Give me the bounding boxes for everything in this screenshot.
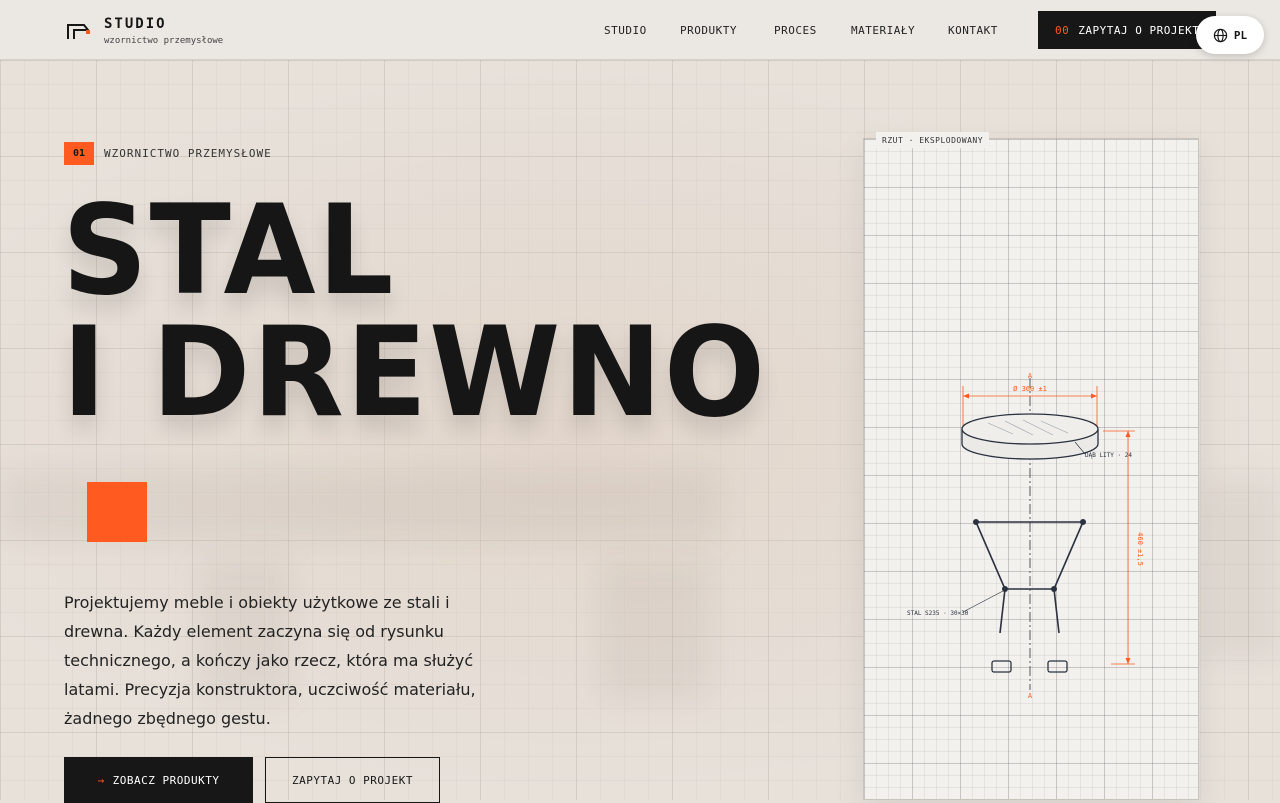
logo[interactable]: STUDIO wzornictwo przemysłowe	[66, 16, 346, 48]
frame-foot-right	[1053, 588, 1060, 634]
foot-pad-left	[991, 660, 1012, 673]
language-label: PL	[1233, 28, 1248, 42]
ask-project-label: ZAPYTAJ O PROJEKT	[291, 773, 414, 787]
logo-mark-icon	[67, 24, 91, 39]
nav-item-materialy[interactable]: MATERIAŁY	[851, 24, 915, 37]
frame-material-leader	[962, 590, 1004, 613]
nav-item-produkty[interactable]: PRODUKTY	[680, 24, 737, 37]
ask-project-button[interactable]: ZAPYTAJ O PROJEKT	[265, 757, 440, 803]
diameter-arrow-right	[1091, 393, 1097, 399]
hero-headline-line-2: I DREWNO	[62, 301, 768, 445]
nav-item-kontakt[interactable]: KONTAKT	[948, 24, 998, 37]
site-header: STUDIO wzornictwo przemysłowe STUDIO PRO…	[0, 0, 1280, 60]
frame-joint	[973, 519, 979, 525]
logo-title: STUDIO	[104, 16, 167, 32]
nav-item-proces[interactable]: PROCES	[774, 24, 817, 37]
tabletop-disc	[961, 413, 1099, 445]
section-mark-top: A	[1028, 372, 1033, 380]
view-products-label: ZOBACZ PRODUKTY	[112, 773, 220, 787]
language-switcher[interactable]: PL	[1196, 16, 1264, 54]
height-arrow-bottom	[1125, 658, 1131, 664]
globe-icon	[1213, 28, 1228, 42]
height-dimension-text: 460 ±1,5	[1136, 532, 1144, 566]
cta-label: ZAPYTAJ O PROJEKT	[1078, 23, 1200, 37]
header-cta-button[interactable]: 00 ZAPYTAJ O PROJEKT	[1038, 11, 1216, 49]
height-arrow-top	[1125, 431, 1131, 437]
logo-subtitle: wzornictwo przemysłowe	[104, 36, 224, 46]
section-kicker: 01 WZORNICTWO PRZEMYSŁOWE	[64, 142, 272, 165]
exploded-view-drawing: A A Ø 360 ±1 DĄB LITY · 24 460 ±1,5 STAL…	[907, 372, 1144, 700]
diameter-arrow-left	[963, 393, 969, 399]
top-material-label: DĄB LITY · 24	[1085, 452, 1132, 459]
diameter-dimension-text: Ø 360 ±1	[1013, 385, 1047, 393]
section-number-badge: 01	[64, 142, 94, 165]
arrow-right-icon: →	[97, 773, 105, 787]
hero-headline: STAL I DREWNO	[62, 179, 768, 445]
frame-material-label: STAL S235 · 30×30	[907, 610, 969, 617]
hero-lead-paragraph: Projektujemy meble i obiekty użytkowe ze…	[64, 593, 476, 728]
frame-joint	[1051, 586, 1057, 592]
frame-joint	[1080, 519, 1086, 525]
cta-number: 00	[1055, 23, 1070, 37]
background-ghost-shape	[600, 560, 710, 700]
frame-leg-left	[975, 521, 1006, 590]
accent-square	[87, 482, 147, 542]
foot-pad-right	[1047, 660, 1068, 673]
section-mark-bottom: A	[1028, 692, 1033, 700]
nav-item-studio[interactable]: STUDIO	[604, 24, 647, 37]
hero-headline-line-1: STAL	[62, 179, 396, 323]
frame-foot-left	[999, 588, 1006, 634]
background-ghost-shape	[1200, 480, 1280, 660]
frame-leg-right	[1053, 521, 1084, 590]
section-kicker-text: WZORNICTWO PRZEMYSŁOWE	[104, 147, 272, 160]
view-products-button[interactable]: → ZOBACZ PRODUKTY	[64, 757, 253, 803]
